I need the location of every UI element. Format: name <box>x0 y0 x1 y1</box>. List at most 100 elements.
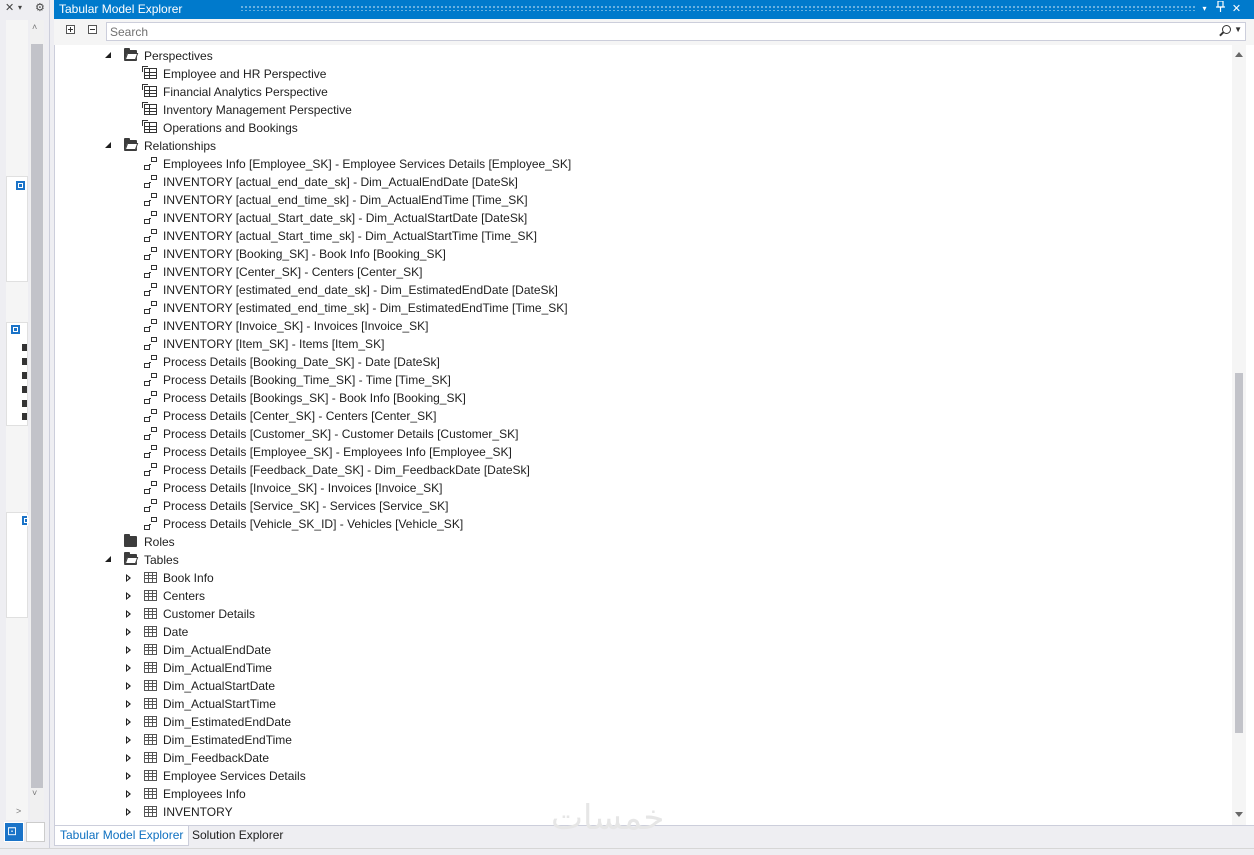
scroll-up-arrow[interactable]: ˄ <box>32 22 37 32</box>
tree-item-relationship[interactable]: INVENTORY [estimated_end_time_sk] - Dim_… <box>55 299 1225 317</box>
collapsed-arrow-icon[interactable] <box>126 754 131 762</box>
close-icon[interactable]: ✕ <box>1229 1 1244 17</box>
tree-folder-perspectives[interactable]: Perspectives <box>55 47 1225 65</box>
pin-icon[interactable] <box>1213 0 1228 17</box>
tree-item-relationship[interactable]: INVENTORY [Item_SK] - Items [Item_SK] <box>55 335 1225 353</box>
tree-item-label: Process Details [Service_SK] - Services … <box>163 499 449 513</box>
tree-item-relationship[interactable]: Process Details [Bookings_SK] - Book Inf… <box>55 389 1225 407</box>
tree-item-label: INVENTORY [Invoice_SK] - Invoices [Invoi… <box>163 319 429 333</box>
collapsed-arrow-icon[interactable] <box>126 682 131 690</box>
tree-item-perspective[interactable]: Operations and Bookings <box>55 119 1225 137</box>
gear-icon[interactable]: ⚙ <box>35 1 45 14</box>
scroll-thumb[interactable] <box>1235 373 1243 733</box>
tree-folder-tables[interactable]: Tables <box>55 551 1225 569</box>
collapsed-arrow-icon[interactable] <box>126 664 131 672</box>
tree-item-relationship[interactable]: INVENTORY [actual_Start_date_sk] - Dim_A… <box>55 209 1225 227</box>
tree-item-relationship[interactable]: Process Details [Booking_Date_SK] - Date… <box>55 353 1225 371</box>
chevron-down-icon[interactable]: ▾ <box>1197 1 1212 17</box>
collapsed-arrow-icon[interactable] <box>126 736 131 744</box>
tree-item-table[interactable]: Centers <box>55 587 1225 605</box>
tree-item-relationship[interactable]: INVENTORY [estimated_end_date_sk] - Dim_… <box>55 281 1225 299</box>
tab-tabular-model-explorer[interactable]: Tabular Model Explorer <box>54 826 190 846</box>
tree-item-table[interactable]: Dim_ActualStartTime <box>55 695 1225 713</box>
tree-item-table[interactable]: Employee Services Details <box>55 767 1225 785</box>
scroll-down-arrow[interactable]: ˅ <box>32 788 37 798</box>
tree-folder-roles[interactable]: Roles <box>55 533 1225 551</box>
collapsed-arrow-icon[interactable] <box>126 718 131 726</box>
tree-item-relationship[interactable]: Process Details [Invoice_SK] - Invoices … <box>55 479 1225 497</box>
relationship-icon <box>144 355 157 368</box>
tree-folder-relationships[interactable]: Relationships <box>55 137 1225 155</box>
tree-item-label: Dim_ActualStartDate <box>163 679 276 693</box>
tree-item-relationship[interactable]: INVENTORY [Booking_SK] - Book Info [Book… <box>55 245 1225 263</box>
tree-item-table[interactable]: Dim_EstimatedEndDate <box>55 713 1225 731</box>
collapsed-arrow-icon[interactable] <box>126 790 131 798</box>
expanded-arrow-icon[interactable] <box>105 52 111 58</box>
tree-item-relationship[interactable]: Process Details [Booking_Time_SK] - Time… <box>55 371 1225 389</box>
panel-title: Tabular Model Explorer <box>59 2 183 16</box>
tree-item-relationship[interactable]: Employees Info [Employee_SK] - Employee … <box>55 155 1225 173</box>
tree-item-relationship[interactable]: INVENTORY [actual_end_date_sk] - Dim_Act… <box>55 173 1225 191</box>
scroll-down-arrow[interactable] <box>1235 812 1243 817</box>
collapsed-arrow-icon[interactable] <box>126 808 131 816</box>
folder-icon <box>124 534 137 547</box>
tree-item-table[interactable]: Dim_ActualEndTime <box>55 659 1225 677</box>
tab-solution-explorer[interactable]: Solution Explorer <box>187 826 288 846</box>
tree-item-perspective[interactable]: Employee and HR Perspective <box>55 65 1225 83</box>
tree-item-label: Process Details [Employee_SK] - Employee… <box>163 445 512 459</box>
tree-item-relationship[interactable]: Process Details [Service_SK] - Services … <box>55 497 1225 515</box>
table-diagram-card[interactable] <box>6 512 28 618</box>
collapsed-arrow-icon[interactable] <box>126 772 131 780</box>
tree-item-table[interactable]: Dim_EstimatedEndTime <box>55 731 1225 749</box>
close-icon[interactable]: ✕ <box>5 1 14 14</box>
folder-open-icon <box>124 138 137 151</box>
model-diagram-icon[interactable]: ⊡ <box>4 822 24 842</box>
search-box[interactable]: ▼ <box>106 22 1246 41</box>
table-diagram-card[interactable] <box>6 176 28 282</box>
tree-item-relationship[interactable]: Process Details [Center_SK] - Centers [C… <box>55 407 1225 425</box>
collapse-all-button[interactable] <box>88 25 97 34</box>
search-input[interactable] <box>110 24 1200 39</box>
collapsed-arrow-icon[interactable] <box>126 610 131 618</box>
title-drag-grip[interactable] <box>240 5 1196 11</box>
collapsed-arrow-icon[interactable] <box>126 700 131 708</box>
tree-item-label: Financial Analytics Perspective <box>163 85 328 99</box>
tree-item-relationship[interactable]: INVENTORY [actual_end_time_sk] - Dim_Act… <box>55 191 1225 209</box>
tree-item-table[interactable]: Date <box>55 623 1225 641</box>
relationship-icon <box>144 463 157 476</box>
collapsed-arrow-icon[interactable] <box>126 646 131 654</box>
tree-vertical-scrollbar[interactable] <box>1232 45 1246 825</box>
relationship-icon <box>144 337 157 350</box>
expanded-arrow-icon[interactable] <box>105 556 111 562</box>
tree-item-table[interactable]: Dim_ActualEndDate <box>55 641 1225 659</box>
tree-item-label: Centers <box>163 589 206 603</box>
tree-item-relationship[interactable]: INVENTORY [Center_SK] - Centers [Center_… <box>55 263 1225 281</box>
collapsed-arrow-icon[interactable] <box>126 592 131 600</box>
tree-item-relationship[interactable]: Process Details [Vehicle_SK_ID] - Vehicl… <box>55 515 1225 533</box>
tree-item-relationship[interactable]: INVENTORY [Invoice_SK] - Invoices [Invoi… <box>55 317 1225 335</box>
collapsed-arrow-icon[interactable] <box>126 628 131 636</box>
collapsed-arrow-icon[interactable] <box>126 574 131 582</box>
panel-title-bar[interactable]: Tabular Model Explorer ▾ ✕ <box>54 0 1254 19</box>
expanded-arrow-icon[interactable] <box>105 142 111 148</box>
expand-all-button[interactable] <box>66 25 75 34</box>
scroll-up-arrow[interactable] <box>1235 52 1243 57</box>
tree-item-table[interactable]: Book Info <box>55 569 1225 587</box>
diagram-button[interactable] <box>26 822 45 842</box>
tree-view[interactable]: Perspectives Employee and HR Perspective F… <box>54 45 1254 825</box>
tree-item-table[interactable]: Dim_FeedbackDate <box>55 749 1225 767</box>
tree-item-relationship[interactable]: Process Details [Employee_SK] - Employee… <box>55 443 1225 461</box>
chevron-down-icon[interactable]: ▾ <box>18 3 22 12</box>
tree-item-table[interactable]: Customer Details <box>55 605 1225 623</box>
tree-item-relationship[interactable]: Process Details [Feedback_Date_SK] - Dim… <box>55 461 1225 479</box>
tree-item-perspective[interactable]: Financial Analytics Perspective <box>55 83 1225 101</box>
scroll-right-arrow[interactable]: > <box>16 806 21 816</box>
tree-item-table[interactable]: Dim_ActualStartDate <box>55 677 1225 695</box>
tree-item-relationship[interactable]: Process Details [Customer_SK] - Customer… <box>55 425 1225 443</box>
tree-item-perspective[interactable]: Inventory Management Perspective <box>55 101 1225 119</box>
column-icon <box>22 386 27 393</box>
search-options-chevron-icon[interactable]: ▼ <box>1234 25 1242 34</box>
search-icon[interactable] <box>1222 25 1231 34</box>
tree-item-relationship[interactable]: INVENTORY [actual_Start_time_sk] - Dim_A… <box>55 227 1225 245</box>
left-scroll-thumb[interactable] <box>31 44 43 788</box>
